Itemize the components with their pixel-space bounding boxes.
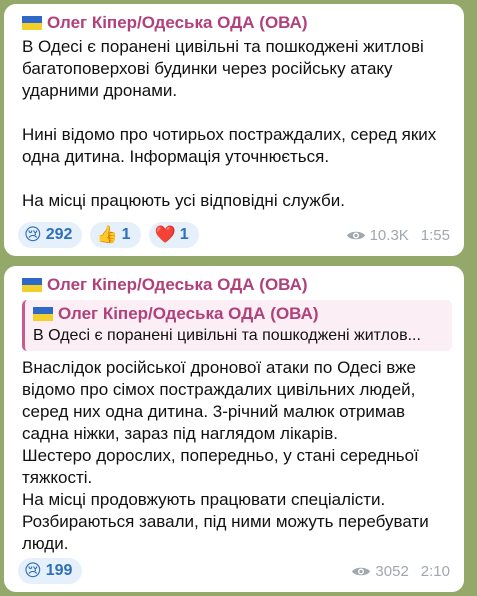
- reaction-count: 1: [179, 226, 189, 243]
- sender-name[interactable]: Олег Кіпер/Одеська ОДА (ОВА): [22, 12, 452, 34]
- message-text: Внаслідок російської дронової атаки по О…: [22, 358, 429, 553]
- view-count: 3052: [375, 562, 409, 580]
- reply-text: В Одесі є поранені цивільні та пошкоджен…: [33, 327, 421, 344]
- message-bubble[interactable]: Олег Кіпер/Одеська ОДА (ОВА) В Одесі є п…: [4, 4, 464, 256]
- message-footer: 😢 292 👍 1 ❤️ 1 10.3K 1:55: [18, 222, 450, 248]
- reaction-count: 292: [45, 226, 73, 243]
- reply-sender: Олег Кіпер/Одеська ОДА (ОВА): [33, 303, 444, 325]
- reply-quote[interactable]: Олег Кіпер/Одеська ОДА (ОВА) В Одесі є п…: [22, 300, 452, 351]
- message-meta: 10.3K 1:55: [346, 227, 450, 244]
- reaction-count: 199: [45, 562, 73, 579]
- sender-name-text: Олег Кіпер/Одеська ОДА (ОВА): [47, 275, 308, 294]
- reaction-crying[interactable]: 😢 292: [18, 222, 83, 248]
- thumbs-up-icon: 👍: [96, 225, 118, 244]
- crying-face-icon: 😢: [24, 561, 42, 580]
- ukraine-flag-icon: [33, 307, 53, 321]
- crying-face-icon: 😢: [24, 225, 42, 244]
- reaction-count: 1: [121, 226, 131, 243]
- heart-icon: ❤️: [154, 225, 176, 244]
- eye-icon: [352, 567, 371, 575]
- sender-name[interactable]: Олег Кіпер/Одеська ОДА (ОВА): [22, 274, 452, 296]
- message-footer: 😢 199 3052 2:10: [18, 558, 450, 584]
- message-time: 1:55: [420, 226, 450, 244]
- reply-sender-text: Олег Кіпер/Одеська ОДА (ОВА): [58, 304, 319, 323]
- message-time: 2:10: [420, 562, 450, 580]
- reaction-heart[interactable]: ❤️ 1: [148, 222, 199, 248]
- eye-icon: [346, 231, 365, 239]
- ukraine-flag-icon: [22, 16, 42, 30]
- ukraine-flag-icon: [22, 278, 42, 292]
- reaction-thumbs-up[interactable]: 👍 1: [90, 222, 141, 248]
- message-bubble[interactable]: Олег Кіпер/Одеська ОДА (ОВА) Олег Кіпер/…: [4, 266, 464, 592]
- sender-name-text: Олег Кіпер/Одеська ОДА (ОВА): [47, 13, 308, 32]
- view-count: 10.3K: [369, 226, 409, 244]
- message-text: В Одесі є поранені цивільні та пошкоджен…: [22, 37, 437, 210]
- message-meta: 3052 2:10: [351, 563, 450, 580]
- reaction-crying[interactable]: 😢 199: [18, 558, 83, 584]
